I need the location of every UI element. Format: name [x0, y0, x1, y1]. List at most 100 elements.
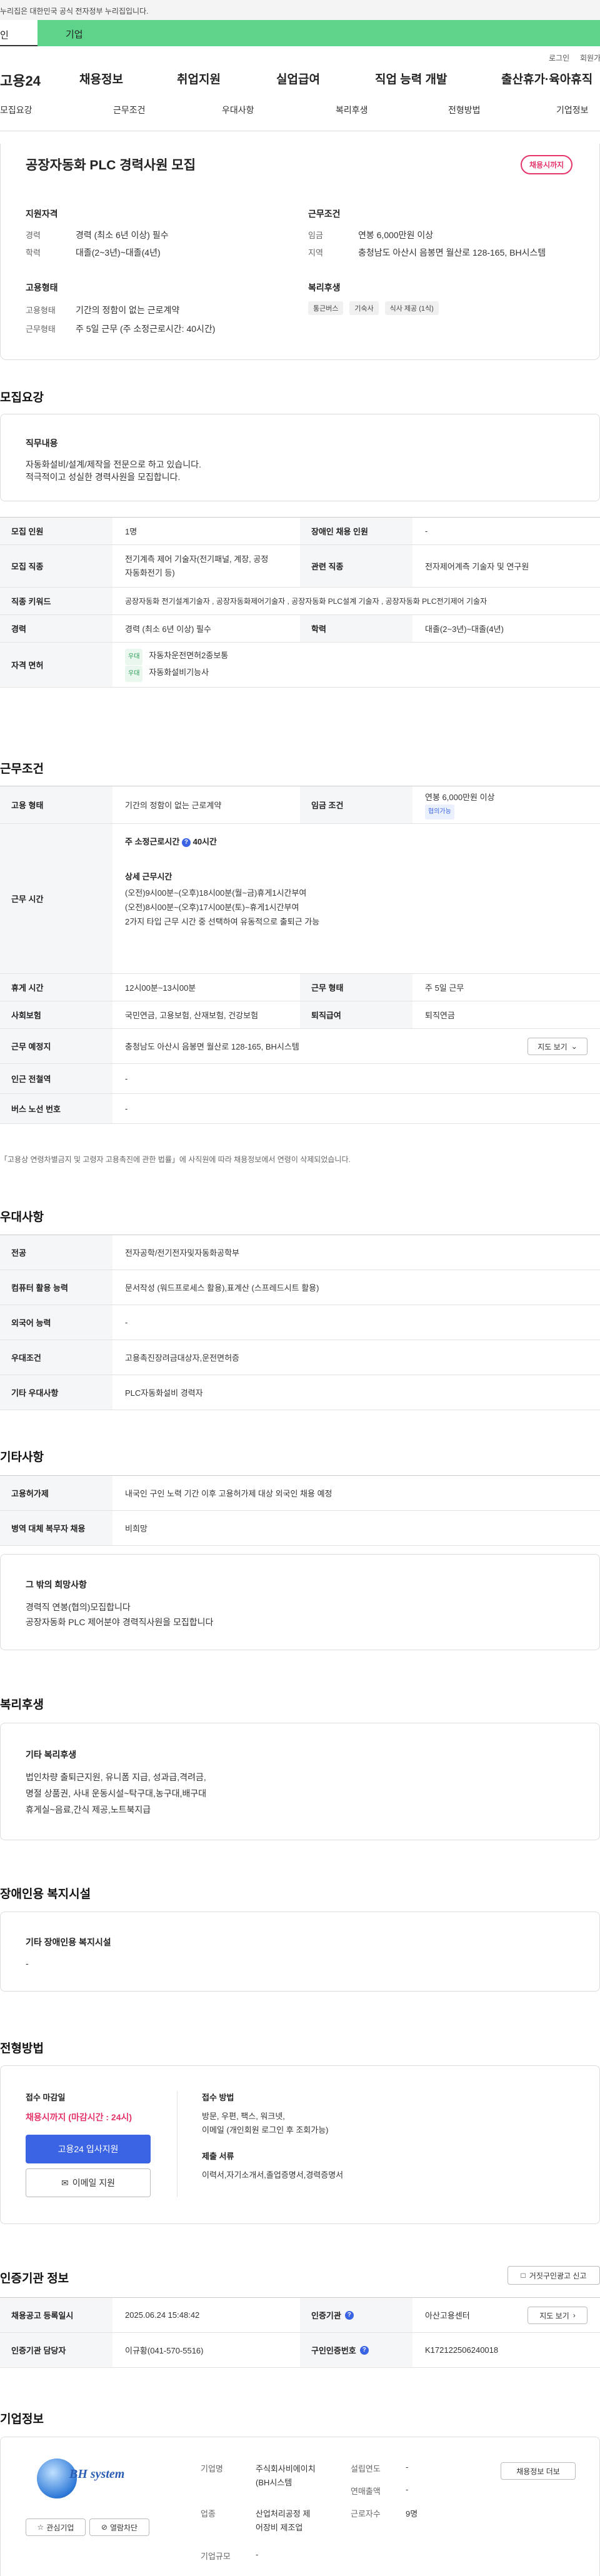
agency-map-button[interactable]: 지도 보기 ›	[528, 2307, 588, 2324]
major-label: 전공	[0, 1235, 112, 1270]
reg-value: 2025.06.24 15:48:42	[125, 2310, 200, 2320]
computer-value: 문서작성 (워드프로세스 활용),표계산 (스프레드시트 활용)	[125, 1283, 319, 1293]
chevron-down-icon: ⌄	[571, 1042, 578, 1051]
cert-no-label-text: 구인인증번호	[311, 2346, 356, 2355]
pay-value: 연봉 6,000만원 이상	[425, 792, 495, 802]
main-nav: 고용24 채용정보 취업지원 실업급여 직업 능력 개발 출산휴가·육아휴직	[0, 65, 600, 95]
join-link[interactable]: 회원가	[580, 53, 600, 63]
welfare-chip: 기숙사	[349, 301, 379, 315]
tab-benefits[interactable]: 복리후생	[336, 104, 368, 116]
agency-label: 인증기관?	[300, 2298, 412, 2332]
map-button[interactable]: 지도 보기 ⌄	[528, 1038, 588, 1055]
subway-value: -	[125, 1074, 128, 1083]
edu-value: 대졸(2~3년)~대졸(4년)	[76, 248, 161, 258]
work-days-value: 주 5일 근무 (주 소정근로시간: 40시간)	[76, 324, 216, 334]
company-size-value: -	[256, 2550, 259, 2559]
military-value: 비희망	[125, 1524, 148, 1533]
star-icon: ☆	[37, 2523, 44, 2532]
info-icon[interactable]: ?	[359, 2345, 369, 2355]
tab-preference[interactable]: 우대사항	[222, 104, 254, 116]
preference-table: 전공 전자공학/전기전자및자동화공학부 컴퓨터 활용 능력 문서작성 (워드프로…	[0, 1235, 600, 1410]
favorite-label: 관심기업	[46, 2523, 74, 2532]
nav-employment-support[interactable]: 취업지원	[177, 70, 221, 87]
deadline-value: 채용시까지 (마감시간 : 24시)	[26, 2112, 132, 2122]
deadline-badge: 채용시까지	[521, 155, 573, 174]
weekly-hours: 주 소정근로시간 ? 40시간	[125, 835, 217, 847]
benefits-title: 복리후생	[0, 1698, 44, 1711]
nav-vocational-training[interactable]: 직업 능력 개발	[375, 70, 447, 87]
headcount-label: 모집 인원	[0, 518, 112, 544]
email-apply-button[interactable]: ✉ 이메일 지원	[26, 2168, 151, 2197]
info-icon[interactable]: ?	[181, 838, 191, 847]
block-label: 열람차단	[109, 2523, 138, 2532]
language-value: -	[125, 1318, 128, 1327]
pay-label: 임금 조건	[300, 786, 412, 823]
tab-conditions[interactable]: 근무조건	[113, 104, 146, 116]
table-row: 고용 형태 기간의 정함이 없는 근로계약 임금 조건 연봉 6,000만원 이…	[0, 786, 600, 824]
work-form-label: 근무 형태	[300, 974, 412, 1001]
apply-button[interactable]: 고용24 입사지원	[26, 2135, 151, 2163]
report-button[interactable]: □ 거짓구인광고 신고	[508, 2266, 600, 2285]
tab-process[interactable]: 전형방법	[448, 104, 481, 116]
cert-no-label: 구인인증번호?	[300, 2333, 412, 2367]
company-name-label: 기업명	[201, 2464, 223, 2473]
sales-value: -	[406, 2485, 409, 2494]
welfare-head: 복리후생	[308, 283, 341, 293]
favorite-company-button[interactable]: ☆ 관심기업	[26, 2518, 86, 2536]
license-label: 자격 면허	[0, 643, 112, 687]
table-row: 컴퓨터 활용 능력 문서작성 (워드프로세스 활용),표계산 (스프레드시트 활…	[0, 1270, 600, 1305]
job-type-line: 전기계측 제어 기술자(전기패널, 계장, 공정	[125, 554, 269, 564]
disabled-value: -	[425, 526, 428, 536]
table-row: 모집 인원 1명 장애인 채용 인원 -	[0, 518, 600, 545]
login-link[interactable]: 로그인	[549, 53, 569, 63]
nav-job-info[interactable]: 채용정보	[79, 70, 123, 87]
keyword-value: 공장자동화 전기설계기술자 , 공장자동화제어기술자 , 공장자동화 PLC설계…	[125, 597, 488, 606]
job-summary-card: 공장자동화 PLC 경력사원 모집 채용시까지 지원자격 경력 경력 (최소 6…	[0, 144, 600, 360]
language-label: 외국어 능력	[0, 1305, 112, 1340]
qualification-head: 지원자격	[26, 209, 58, 219]
extra-line: 경력직 연봉(협의)모집합니다	[26, 1602, 131, 1612]
manager-label: 인증기관 담당자	[0, 2333, 112, 2367]
process-title: 전형방법	[0, 2042, 44, 2055]
more-jobs-button[interactable]: 채용정보 더보	[501, 2462, 576, 2480]
recruit-table: 모집 인원 1명 장애인 채용 인원 - 모집 직종 전기계측 제어 기술자(전…	[0, 517, 600, 688]
license-item: 우대 자동차운전면허2종보통	[125, 648, 228, 665]
table-row: 자격 면허 우대 자동차운전면허2종보통 우대 자동화설비기능사	[0, 643, 600, 688]
work-days-label: 근무형태	[26, 324, 56, 334]
insurance-label: 사회보험	[0, 1001, 112, 1028]
age-note: 「고용상 연령차별금지 및 고령자 고용촉진에 관한 법률」에 사직원에 따라 …	[0, 1155, 351, 1164]
table-row: 인근 전철역 -	[0, 1064, 600, 1094]
table-row: 모집 직종 전기계측 제어 기술자(전기패널, 계장, 공정 자동화전기 등) …	[0, 545, 600, 588]
block-view-button[interactable]: ⊘ 열람차단	[89, 2518, 149, 2536]
company-logo: BH system	[32, 2455, 144, 2505]
edu-value: 대졸(2~3년)~대졸(4년)	[425, 624, 504, 634]
top-tabs: 인 기업	[0, 20, 600, 46]
emp-type-label: 고용 형태	[0, 786, 112, 823]
tab-company[interactable]: 기업정보	[556, 104, 589, 116]
foreign-value: 내국인 구인 노력 기간 이후 고용허가제 대상 외국인 채용 예정	[125, 1489, 332, 1498]
other-table: 고용허가제 내국인 구인 노력 기간 이후 고용허가제 대상 외국인 채용 예정…	[0, 1475, 600, 1546]
gov-banner-text: 누리집은 대한민국 공식 전자정부 누리집입니다.	[0, 7, 149, 16]
table-row: 근무 시간 주 소정근로시간 ? 40시간 상세 근무시간 (오전)9시00분~…	[0, 824, 600, 974]
place-label: 근무 예정지	[0, 1029, 112, 1063]
site-logo[interactable]: 고용24	[0, 70, 41, 90]
docs-value: 이력서,자기소개서,졸업증명서,경력증명서	[202, 2170, 344, 2180]
table-row: 경력 경력 (최소 6년 이상) 필수 학력 대졸(2~3년)~대졸(4년)	[0, 615, 600, 643]
preference-title: 우대사항	[0, 1211, 44, 1224]
license-item: 우대 자동화설비기능사	[125, 665, 209, 682]
career-label: 경력	[26, 231, 41, 240]
sales-label: 연매출액	[351, 2487, 381, 2496]
tab-recruit[interactable]: 모집요강	[0, 104, 32, 116]
detail-hours-line: (오전)8시00분~(오후)17시00분(토)~휴게1시간부여	[125, 903, 299, 912]
weekly-hours-head: 주 소정근로시간	[125, 837, 180, 846]
tab-company[interactable]: 기업	[38, 20, 600, 46]
job-type-label: 모집 직종	[0, 545, 112, 587]
report-button-label: 거짓구인광고 신고	[529, 2271, 587, 2280]
tab-personal[interactable]: 인	[0, 20, 38, 46]
license-name: 자동화설비기능사	[149, 667, 209, 677]
info-icon[interactable]: ?	[344, 2310, 354, 2320]
nav-unemployment-benefit[interactable]: 실업급여	[276, 70, 320, 87]
duty-line: 자동화설비/설계/제작을 전문으로 하고 있습니다.	[26, 459, 201, 469]
deadline-head: 접수 마감일	[26, 2093, 66, 2102]
nav-parental-leave[interactable]: 출산휴가·육아휴직	[501, 70, 592, 87]
